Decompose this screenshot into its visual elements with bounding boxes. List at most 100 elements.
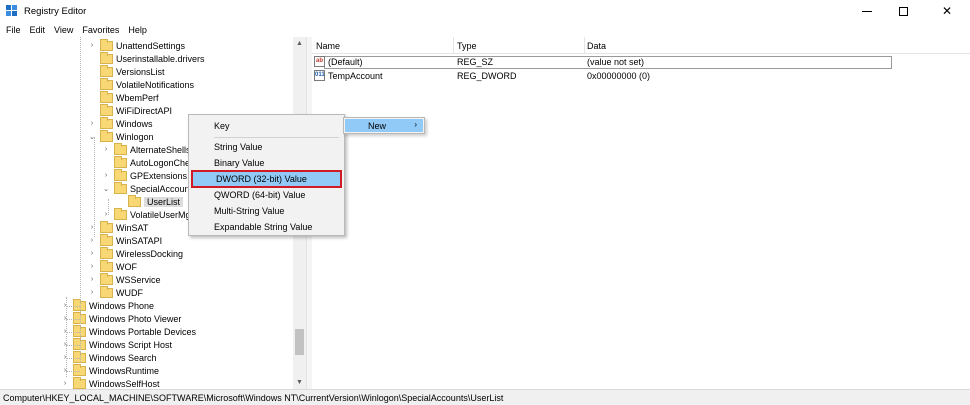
column-header-data[interactable]: Data: [587, 41, 606, 51]
tree-item-label: Userinstallable.drivers: [116, 53, 205, 64]
maximize-button[interactable]: [886, 0, 920, 22]
tree-item[interactable]: › Windows Portable Devices: [61, 324, 197, 338]
value-data: (value not set): [587, 57, 645, 67]
menu-item-expandable-string-value[interactable]: Expandable String Value: [189, 219, 344, 235]
tree-connector-line: [66, 358, 80, 359]
value-type: REG_SZ: [457, 57, 494, 67]
tree-item[interactable]: › WinSATAPI: [88, 233, 162, 247]
list-header: Name Type Data: [312, 37, 970, 54]
folder-icon: [114, 155, 127, 168]
tree-item-label: WSService: [116, 274, 161, 285]
folder-icon: [100, 38, 113, 51]
list-row[interactable]: 011 TempAccount REG_DWORD 0x00000000 (0): [312, 70, 892, 83]
folder-icon: [100, 103, 113, 116]
minimize-button[interactable]: [850, 0, 884, 22]
registry-editor-icon: [6, 5, 17, 16]
value-name: TempAccount: [328, 71, 383, 81]
tree-item[interactable]: VolatileNotifications: [88, 77, 195, 91]
menu-item-multi-string-value[interactable]: Multi-String Value: [189, 203, 344, 219]
tree-item-label: UserList: [144, 196, 184, 207]
folder-icon: [100, 77, 113, 90]
column-header-name[interactable]: Name: [316, 41, 340, 51]
tree-item[interactable]: WiFiDirectAPI: [88, 103, 172, 117]
tree-item[interactable]: › WinSAT: [88, 220, 148, 234]
values-list: Name Type Data ab (Default) REG_SZ (valu…: [312, 37, 970, 389]
menu-edit[interactable]: Edit: [27, 25, 52, 35]
expand-chevron-icon[interactable]: ›: [88, 39, 96, 52]
tree-item[interactable]: › WUDF: [88, 285, 143, 299]
tree-item-label: Windows Script Host: [89, 339, 173, 350]
tree-item[interactable]: UserList: [116, 194, 184, 208]
scroll-thumb[interactable]: [295, 329, 304, 355]
folder-icon: [100, 129, 113, 142]
menu-item-string-value[interactable]: String Value: [189, 139, 344, 155]
menu-view[interactable]: View: [51, 25, 79, 35]
tree-item[interactable]: › WSService: [88, 272, 161, 286]
tree-item[interactable]: › GPExtensions: [102, 168, 188, 182]
menu-item-new[interactable]: New ›: [345, 119, 423, 132]
expand-chevron-icon[interactable]: ›: [88, 260, 96, 273]
tree-item[interactable]: Userinstallable.drivers: [88, 51, 205, 65]
tree-item[interactable]: › UnattendSettings: [88, 38, 185, 52]
expand-chevron-icon[interactable]: ›: [88, 117, 96, 130]
close-button[interactable]: ✕: [930, 0, 964, 22]
window-title: Registry Editor: [24, 6, 87, 17]
menu-separator: [214, 137, 339, 138]
value-type: REG_DWORD: [457, 71, 517, 81]
tree-item-label: WiFiDirectAPI: [116, 105, 172, 116]
value-data: 0x00000000 (0): [587, 71, 651, 81]
new-submenu: New ›: [343, 117, 425, 134]
expand-chevron-icon[interactable]: ›: [88, 273, 96, 286]
tree-item-label: AlternateShells: [130, 144, 191, 155]
tree-item-label: SpecialAccount: [130, 183, 193, 194]
expand-chevron-icon[interactable]: ⌄: [102, 182, 110, 195]
expand-chevron-icon[interactable]: ›: [88, 247, 96, 260]
status-path: Computer\HKEY_LOCAL_MACHINE\SOFTWARE\Mic…: [3, 392, 504, 403]
folder-icon: [100, 116, 113, 129]
tree-item-label: Windows Phone: [89, 300, 155, 311]
tree-connector-line: [66, 332, 80, 333]
tree-item-label: VolatileNotifications: [116, 79, 195, 90]
tree-item[interactable]: › WOF: [88, 259, 137, 273]
expander-placeholder: [88, 52, 96, 65]
tree-item-label: GPExtensions: [130, 170, 188, 181]
tree-connector-line: [66, 371, 80, 372]
expand-chevron-icon[interactable]: ›: [102, 169, 110, 182]
tree-item[interactable]: ⌄ SpecialAccount: [102, 181, 193, 195]
tree-item[interactable]: › VolatileUserMgr: [102, 207, 194, 221]
tree-item[interactable]: AutoLogonChe: [102, 155, 190, 169]
tree-item[interactable]: › AlternateShells: [102, 142, 191, 156]
menu-item-key[interactable]: Key: [189, 118, 344, 134]
folder-icon: [100, 64, 113, 77]
tree-item-label: VolatileUserMgr: [130, 209, 194, 220]
tree-connector-line: [66, 319, 80, 320]
list-row[interactable]: ab (Default) REG_SZ (value not set): [312, 56, 892, 69]
tree-item[interactable]: VersionsList: [88, 64, 165, 78]
menu-help[interactable]: Help: [125, 25, 153, 35]
tree-item[interactable]: › WirelessDocking: [88, 246, 183, 260]
title-bar: Registry Editor ✕: [0, 0, 970, 22]
tree-item-label: Windows: [116, 118, 153, 129]
column-separator[interactable]: [584, 37, 585, 54]
menu-file[interactable]: File: [3, 25, 27, 35]
folder-icon: [114, 207, 127, 220]
close-icon: ✕: [941, 4, 953, 18]
menu-item-dword-value[interactable]: DWORD (32-bit) Value: [191, 170, 342, 188]
column-header-type[interactable]: Type: [457, 41, 477, 51]
tree-item-label: WindowsSelfHost: [89, 378, 160, 389]
menu-favorites[interactable]: Favorites: [79, 25, 125, 35]
column-separator[interactable]: [453, 37, 454, 54]
tree-item[interactable]: ⌄ Winlogon: [88, 129, 154, 143]
menu-item-binary-value[interactable]: Binary Value: [189, 155, 344, 171]
tree-item-label: Windows Portable Devices: [89, 326, 197, 337]
expand-chevron-icon[interactable]: ›: [88, 286, 96, 299]
scroll-down-icon[interactable]: ▼: [293, 376, 306, 389]
tree-item[interactable]: › Windows: [88, 116, 153, 130]
tree-item[interactable]: WbemPerf: [88, 90, 159, 104]
scroll-up-icon[interactable]: ▲: [293, 37, 306, 50]
expand-chevron-icon[interactable]: ›: [102, 143, 110, 156]
menu-item-qword-value[interactable]: QWORD (64-bit) Value: [189, 187, 344, 203]
value-name: (Default): [328, 57, 363, 67]
folder-icon: [100, 233, 113, 246]
minimize-icon: [862, 10, 872, 12]
